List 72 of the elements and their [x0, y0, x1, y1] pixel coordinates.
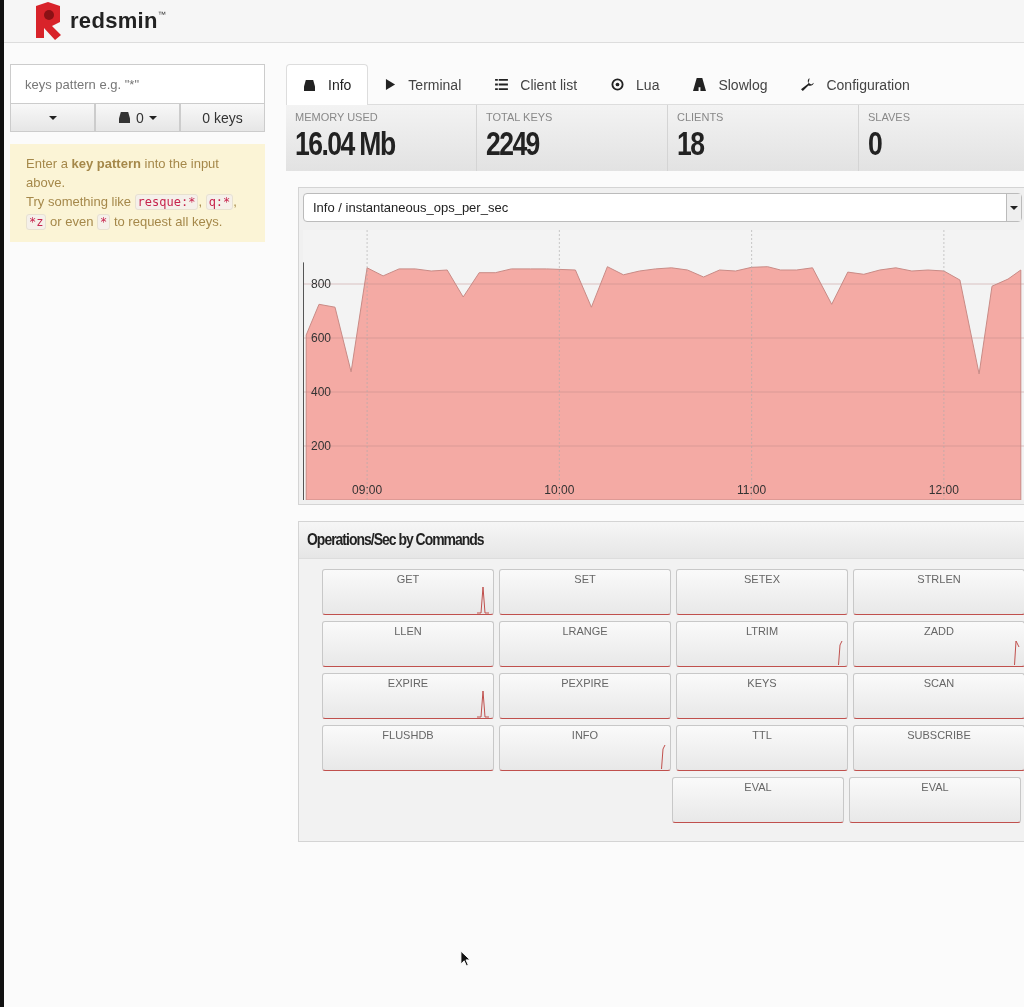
x-tick-label: 10:00	[544, 483, 575, 497]
logo-icon	[34, 2, 62, 40]
command-button[interactable]: FLUSHDB	[322, 725, 494, 771]
drive-icon	[303, 79, 316, 91]
brand-name: redsmin	[70, 8, 158, 34]
tab[interactable]: Configuration	[784, 64, 927, 104]
stat-value: 0	[868, 123, 883, 163]
command-button[interactable]: SET	[499, 569, 671, 615]
sparkline	[477, 586, 489, 614]
command-button[interactable]: TTL	[676, 725, 848, 771]
command-button[interactable]: EXPIRE	[322, 673, 494, 719]
stat-label: MEMORY USED	[295, 111, 379, 123]
y-tick-label: 800	[311, 277, 332, 291]
hint-text: to request all keys.	[112, 214, 223, 229]
hint-text: Enter a key pattern into the input above.	[26, 155, 220, 192]
y-tick-label: 200	[311, 439, 332, 453]
stat-value: 2249	[486, 123, 541, 163]
code-snippet: resque:*	[134, 194, 199, 210]
x-tick-label: 09:00	[352, 483, 383, 497]
sparkline	[477, 690, 489, 718]
database-button[interactable]: 0	[95, 104, 180, 132]
command-button[interactable]: SUBSCRIBE	[853, 725, 1024, 771]
command-button[interactable]: EVAL	[672, 777, 844, 823]
command-button[interactable]: GET	[322, 569, 494, 615]
tab[interactable]: Terminal	[368, 64, 479, 104]
command-button[interactable]: LRANGE	[499, 621, 671, 667]
play-icon	[385, 79, 397, 90]
dropdown-button[interactable]	[10, 104, 95, 132]
stat-label: CLIENTS	[677, 111, 725, 123]
x-tick-label: 11:00	[737, 483, 767, 497]
tab[interactable]: Slowlog	[676, 64, 785, 104]
hint-text: Try something like	[26, 194, 132, 209]
list-icon	[495, 79, 509, 90]
drive-icon	[118, 112, 132, 123]
code-snippet: q:*	[205, 194, 234, 210]
command-button[interactable]: EVAL	[849, 777, 1021, 823]
x-tick-label: 12:00	[928, 483, 959, 497]
code-snippet: *z	[26, 214, 47, 230]
trademark-sign: ™	[157, 10, 166, 19]
tab[interactable]: Client list	[478, 64, 595, 104]
y-tick-label: 600	[311, 331, 332, 345]
stat-value: 18	[677, 123, 705, 163]
command-button[interactable]: SETEX	[676, 569, 848, 615]
target-icon	[611, 78, 625, 91]
road-icon	[693, 78, 707, 91]
keys-count-button[interactable]: 0 keys	[180, 104, 265, 132]
command-button[interactable]: SCAN	[853, 673, 1024, 719]
search-field[interactable]: keys pattern e.g. "*"	[10, 64, 265, 104]
command-button[interactable]: LLEN	[322, 621, 494, 667]
stat-label: SLAVES	[868, 111, 911, 123]
mouse-cursor-icon	[460, 950, 471, 967]
command-button[interactable]: STRLEN	[853, 569, 1024, 615]
sparkline	[661, 744, 666, 770]
code-snippet: *	[97, 214, 111, 230]
hint-text: ,	[233, 194, 237, 209]
y-tick-label: 400	[311, 385, 332, 399]
hint-text: ,	[198, 194, 204, 209]
panel-title: Operations/Sec by Commands	[307, 530, 484, 550]
command-button[interactable]: ZADD	[853, 621, 1024, 667]
command-button[interactable]: KEYS	[676, 673, 848, 719]
sparkline	[838, 640, 843, 666]
tab[interactable]: Lua	[594, 64, 677, 104]
tab[interactable]: Info	[286, 64, 369, 105]
command-button[interactable]: INFO	[499, 725, 671, 771]
command-button[interactable]: LTRIM	[676, 621, 848, 667]
metric-select[interactable]: Info / instantaneous_ops_per_sec	[303, 193, 1022, 222]
hint-text: or even	[49, 214, 95, 229]
sparkline	[1014, 640, 1020, 666]
stat-label: TOTAL KEYS	[486, 111, 554, 123]
wrench-icon	[801, 78, 815, 91]
command-button[interactable]: PEXPIRE	[499, 673, 671, 719]
stat-value: 16.04 Mb	[295, 123, 396, 163]
